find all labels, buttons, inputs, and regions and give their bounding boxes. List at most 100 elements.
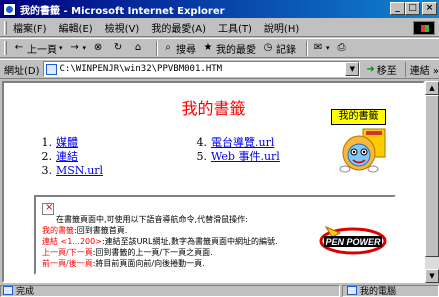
command-desc: :將目前頁面向前/向後捲動一頁. xyxy=(92,259,205,268)
toolbar-grip[interactable] xyxy=(4,41,7,55)
voice-command-help: 在書籤頁面中,可使用以下語音導航命令,代替滑鼠操作: 我的書籤:回到書籤首頁. … xyxy=(34,195,396,275)
pen-power-logo: PEN POWER xyxy=(319,225,387,255)
page-done-icon xyxy=(3,286,13,295)
list-item: 4. 電台導覽.url xyxy=(189,135,339,150)
links-button[interactable]: 連結 » xyxy=(404,61,439,77)
zone-text: 我的電腦 xyxy=(360,287,397,297)
search-button[interactable]: ⌕ 搜尋 xyxy=(162,41,196,56)
search-label: 搜尋 xyxy=(176,44,197,56)
forward-arrow-icon: → xyxy=(70,42,79,53)
forward-button[interactable]: → ▾ xyxy=(69,42,87,54)
status-bar: 完成 我的電腦 xyxy=(0,284,439,297)
stop-button[interactable]: ⊗ xyxy=(92,42,106,54)
address-bar: 網址(D) ▼ ➜ 移至 連結 » xyxy=(0,59,439,79)
maximize-button[interactable]: □ xyxy=(405,2,420,15)
mascot-label: 我的書籤 xyxy=(331,109,386,125)
home-icon: ⌂ xyxy=(134,42,142,53)
print-icon: ⎙ xyxy=(337,42,346,53)
address-dropdown-icon[interactable]: ▼ xyxy=(345,62,360,76)
command-key: 連結 <1...200> xyxy=(42,237,102,246)
command-key: 我的書籤 xyxy=(42,226,74,235)
stop-icon: ⊗ xyxy=(93,42,103,53)
bookmark-mascot[interactable]: 我的書籤 xyxy=(331,109,391,189)
windows-logo-icon xyxy=(413,21,435,35)
status-pane-main: 完成 xyxy=(0,284,340,297)
back-dropdown-icon[interactable]: ▾ xyxy=(59,44,63,52)
go-button[interactable]: ➜ 移至 xyxy=(366,62,396,77)
command-key: 上一頁/下一頁 xyxy=(42,248,93,257)
close-button[interactable]: × xyxy=(422,2,437,15)
menu-edit[interactable]: 編輯(E) xyxy=(59,20,93,35)
command-desc: :連結至該URL網址,數字為書籤頁面中網址的編號. xyxy=(101,237,278,246)
list-item: 5. Web 事件.url xyxy=(189,148,339,164)
menu-bar: 檔案(F) 編輯(E) 檢視(V) 我的最愛(A) 工具(T) 說明(H) xyxy=(0,19,439,37)
back-arrow-icon: ← xyxy=(14,42,24,53)
my-computer-icon xyxy=(347,286,357,295)
command-desc: :回到書籤的上一頁/下一頁之頁面. xyxy=(92,248,213,257)
favorite-link-msn[interactable]: MSN.url xyxy=(56,164,103,177)
favorites-button[interactable]: ★ 我的最愛 xyxy=(202,41,256,56)
mail-icon: ✉ xyxy=(313,42,323,53)
back-button[interactable]: ← 上一頁 ▾ xyxy=(13,41,63,56)
home-button[interactable]: ⌂ xyxy=(132,42,146,54)
toolbar-separator xyxy=(306,40,309,56)
print-button[interactable]: ⎙ xyxy=(336,42,350,54)
list-item: 2. 連結 xyxy=(34,148,189,164)
menu-view[interactable]: 檢視(V) xyxy=(105,20,140,35)
go-arrow-icon: ➜ xyxy=(366,63,375,75)
favorites-icon: ★ xyxy=(203,42,213,53)
scroll-up-button[interactable]: ▲ xyxy=(425,81,439,95)
menu-grip[interactable] xyxy=(4,20,7,35)
favorite-link-web-events[interactable]: Web 事件.url xyxy=(211,148,280,164)
list-number: 5. xyxy=(196,149,208,163)
scroll-thumb[interactable] xyxy=(425,95,439,257)
history-icon: ◷ xyxy=(263,42,273,53)
mail-dropdown-icon[interactable]: ▾ xyxy=(326,44,330,52)
list-number: 3. xyxy=(41,163,53,177)
status-pane-zone: 我的電腦 xyxy=(342,284,439,297)
menu-file[interactable]: 檔案(F) xyxy=(13,20,47,35)
favorite-link-links[interactable]: 連結 xyxy=(56,148,78,164)
menu-tools[interactable]: 工具(T) xyxy=(218,20,252,35)
refresh-button[interactable]: ↻ xyxy=(112,42,126,54)
menu-favorites[interactable]: 我的最愛(A) xyxy=(151,20,206,35)
vertical-scrollbar[interactable]: ▲ ▼ xyxy=(425,81,439,283)
address-input[interactable] xyxy=(59,64,340,74)
mascot-icon xyxy=(339,128,386,173)
window-title: 我的書籤 - Microsoft Internet Explorer xyxy=(20,5,225,17)
toolbar-separator xyxy=(156,40,159,56)
status-text: 完成 xyxy=(16,287,35,297)
command-key: 前一頁/後一頁 xyxy=(42,259,93,268)
title-bar: 我的書籤 - Microsoft Internet Explorer _ □ × xyxy=(0,0,439,18)
mail-button[interactable]: ✉ ▾ xyxy=(312,42,330,54)
broken-image-icon xyxy=(42,202,54,215)
list-item: 1. 媒體 xyxy=(34,135,189,150)
search-icon: ⌕ xyxy=(165,42,171,53)
help-line: 前一頁/後一頁:將目前頁面向前/向後捲動一頁. xyxy=(42,258,388,269)
back-label: 上一頁 xyxy=(27,44,57,56)
list-number: 1. xyxy=(41,135,53,149)
forward-dropdown-icon[interactable]: ▾ xyxy=(83,44,87,52)
history-label: 記錄 xyxy=(276,44,297,56)
logo-text: PEN POWER xyxy=(325,237,381,247)
favorites-list: 1. 媒體 2. 連結 3. MSN.url 4. 電台導覽.url 5. We… xyxy=(34,135,339,177)
list-item: 3. MSN.url xyxy=(34,163,189,177)
favorites-column-left: 1. 媒體 2. 連結 3. MSN.url xyxy=(34,135,189,177)
page-icon xyxy=(45,63,57,75)
refresh-icon: ↻ xyxy=(113,42,123,53)
command-desc: :回到書籤首頁. xyxy=(74,226,128,235)
list-number: 2. xyxy=(41,149,53,163)
scroll-down-button[interactable]: ▼ xyxy=(425,269,439,283)
menu-help[interactable]: 說明(H) xyxy=(264,20,299,35)
go-label: 移至 xyxy=(376,65,397,77)
minimize-button[interactable]: _ xyxy=(390,2,405,15)
favorites-label: 我的最愛 xyxy=(216,44,257,56)
favorites-column-right: 4. 電台導覽.url 5. Web 事件.url xyxy=(189,135,339,177)
ie-app-icon[interactable] xyxy=(3,2,16,16)
standard-toolbar: ← 上一頁 ▾ → ▾ ⊗ ↻ ⌂ ⌕ 搜尋 ★ 我的最愛 ◷ 記錄 ✉ ▾ ⎙ xyxy=(0,38,439,58)
page-content: 我的書籤 1. 媒體 2. 連結 3. MSN.url 4. 電台導覽.url … xyxy=(2,81,425,283)
address-field[interactable]: ▼ xyxy=(42,61,361,77)
history-button[interactable]: ◷ 記錄 xyxy=(262,41,296,56)
window-controls: _ □ × xyxy=(390,2,437,15)
list-number: 4. xyxy=(196,135,208,149)
